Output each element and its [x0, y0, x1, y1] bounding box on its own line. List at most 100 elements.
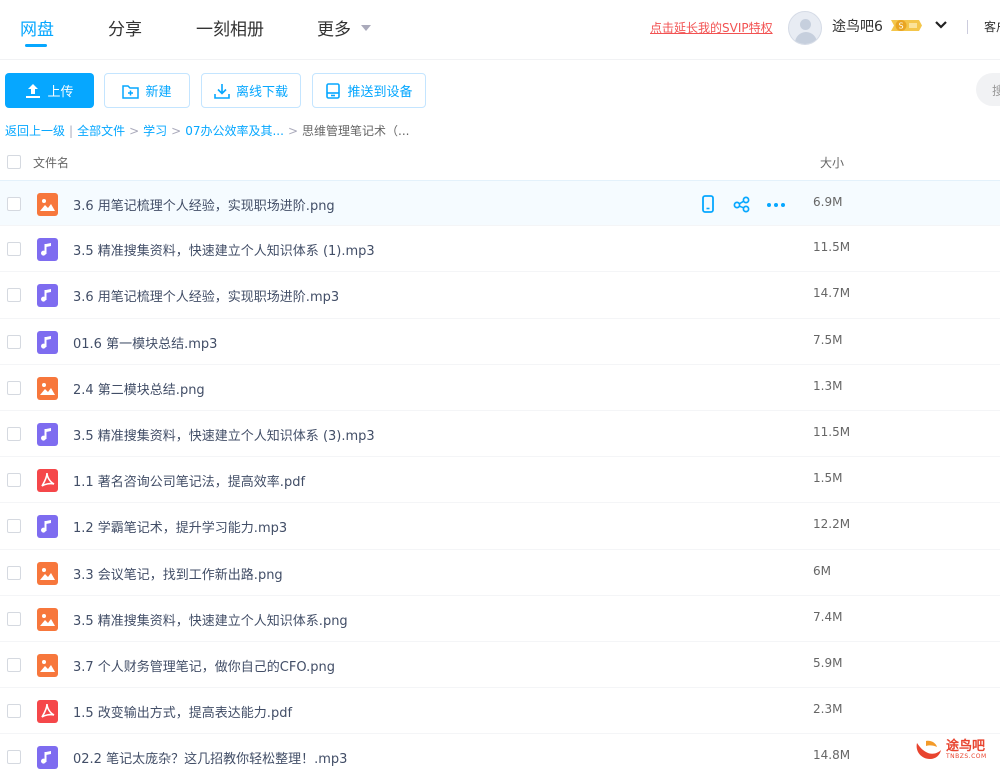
row-checkbox[interactable] [7, 197, 21, 211]
row-checkbox[interactable] [7, 519, 21, 534]
file-name[interactable]: 3.6 用笔记梳理个人经验，实现职场进阶.mp3 [73, 286, 339, 305]
audio-file-icon [37, 330, 58, 354]
file-size: 14.7M [813, 286, 851, 301]
more-caret-icon[interactable] [361, 25, 371, 31]
breadcrumb-separator: > [129, 124, 140, 138]
watermark-bird-icon [916, 740, 941, 759]
chevron-down-icon[interactable] [933, 17, 949, 33]
file-row[interactable]: 3.5 精准搜集资料，快速建立个人知识体系 (1).mp3 11.5M [0, 226, 1000, 273]
tab-share[interactable]: 分享 [108, 15, 142, 40]
file-row[interactable]: 01.6 第一模块总结.mp3 7.5M [0, 319, 1000, 365]
file-list: 3.6 用笔记梳理个人经验，实现职场进阶.png 6.9M 3.5 精准搜集资料，快… [0, 180, 1000, 769]
file-name[interactable]: 3.5 精准搜集资料，快速建立个人知识体系 (1).mp3 [73, 240, 375, 259]
download-icon [214, 83, 230, 99]
file-row[interactable]: 1.1 著名咨询公司笔记法，提高效率.pdf 1.5M [0, 457, 1000, 504]
avatar[interactable] [788, 11, 822, 45]
file-name[interactable]: 3.3 会议笔记，找到工作新出路.png [73, 564, 283, 583]
svip-renew-link[interactable]: 点击延长我的SVIP特权 [650, 19, 773, 36]
file-row[interactable]: 1.2 学霸笔记术，提升学习能力.mp3 12.2M [0, 503, 1000, 550]
file-row[interactable]: 3.3 会议笔记，找到工作新出路.png 6M [0, 550, 1000, 596]
row-checkbox[interactable] [7, 380, 21, 395]
row-checkbox[interactable] [7, 565, 21, 580]
upload-label: 上传 [47, 85, 74, 100]
row-checkbox[interactable] [7, 334, 21, 349]
file-size: 1.5M [813, 471, 843, 486]
push-to-device-button[interactable]: 推送到设备 [312, 73, 426, 108]
watermark-subtext: TNBZS.COM [946, 753, 987, 760]
watermark-logo: 途鸟吧 TNBZS.COM [913, 736, 987, 764]
active-tab-indicator [25, 44, 47, 47]
file-row[interactable]: 02.2 笔记太庞杂？这几招教你轻松整理！.mp3 14.8M [0, 734, 1000, 769]
row-checkbox[interactable] [7, 657, 21, 672]
row-checkbox[interactable] [7, 426, 21, 441]
breadcrumb-current: 思维管理笔记术（... [302, 124, 410, 138]
file-size: 6.9M [813, 195, 843, 209]
file-name[interactable]: 3.6 用笔记梳理个人经验，实现职场进阶.png [73, 195, 335, 214]
customer-service-link[interactable]: 客户 [984, 18, 1000, 35]
file-name[interactable]: 1.5 改变输出方式，提高表达能力.pdf [73, 702, 292, 721]
file-name[interactable]: 01.6 第一模块总结.mp3 [73, 333, 217, 352]
breadcrumb-level1[interactable]: 学习 [143, 124, 167, 138]
file-size: 11.5M [813, 424, 851, 439]
breadcrumb-level2[interactable]: 07办公效率及其... [185, 124, 284, 138]
nav-divider [967, 20, 968, 34]
tab-moment-album[interactable]: 一刻相册 [196, 15, 264, 40]
file-size: 1.3M [813, 378, 843, 393]
breadcrumb-all-files[interactable]: 全部文件 [77, 124, 125, 138]
search-input[interactable]: 搜 [976, 73, 1000, 106]
file-row[interactable]: 1.5 改变输出方式，提高表达能力.pdf 2.3M [0, 688, 1000, 735]
new-button[interactable]: 新建 [104, 73, 190, 108]
row-checkbox[interactable] [7, 750, 21, 765]
upload-icon [26, 83, 41, 98]
tab-more[interactable]: 更多 [317, 15, 351, 40]
username[interactable]: 途鸟吧6 [832, 16, 883, 36]
file-name[interactable]: 3.7 个人财务管理笔记，做你自己的CFO.png [73, 656, 335, 675]
phone-icon[interactable] [698, 194, 718, 214]
image-file-icon [37, 376, 58, 400]
file-size: 11.5M [813, 240, 851, 255]
row-checkbox[interactable] [7, 242, 21, 257]
pdf-file-icon [37, 469, 58, 493]
file-size: 5.9M [813, 655, 843, 670]
file-row[interactable]: 3.6 用笔记梳理个人经验，实现职场进阶.png 6.9M [0, 180, 1000, 227]
share-icon[interactable] [732, 194, 752, 214]
audio-file-icon [37, 422, 58, 446]
row-checkbox[interactable] [7, 473, 21, 488]
svip-badge-icon: S [891, 20, 922, 31]
file-list-header: 文件名 大小 [0, 146, 1000, 179]
file-row[interactable]: 3.6 用笔记梳理个人经验，实现职场进阶.mp3 14.7M [0, 272, 1000, 319]
file-name[interactable]: 1.2 学霸笔记术，提升学习能力.mp3 [73, 517, 287, 536]
tab-netdisk[interactable]: 网盘 [20, 15, 54, 40]
file-row[interactable]: 3.5 精准搜集资料，快速建立个人知识体系.png 7.4M [0, 596, 1000, 642]
file-size: 12.2M [813, 517, 851, 532]
file-name[interactable]: 2.4 第二模块总结.png [73, 379, 205, 398]
file-size: 2.3M [813, 702, 843, 717]
image-file-icon [37, 561, 58, 585]
file-name[interactable]: 3.5 精准搜集资料，快速建立个人知识体系 (3).mp3 [73, 425, 375, 444]
more-icon[interactable] [766, 194, 786, 214]
avatar-body [795, 32, 817, 44]
upload-button[interactable]: 上传 [5, 73, 94, 108]
breadcrumb-separator: > [171, 124, 182, 138]
offline-download-label: 离线下载 [235, 85, 288, 100]
avatar-head [800, 19, 811, 30]
column-header-name[interactable]: 文件名 [33, 154, 69, 171]
file-row[interactable]: 3.5 精准搜集资料，快速建立个人知识体系 (3).mp3 11.5M [0, 411, 1000, 458]
column-header-size[interactable]: 大小 [820, 154, 844, 171]
row-checkbox[interactable] [7, 288, 21, 303]
image-file-icon [37, 607, 58, 631]
breadcrumb: 返回上一级 | 全部文件 > 学习 >07办公效率及其... > 思维管理笔记术（... [5, 122, 409, 139]
file-size: 7.4M [813, 609, 843, 624]
new-folder-icon [122, 84, 140, 99]
file-name[interactable]: 1.1 著名咨询公司笔记法，提高效率.pdf [73, 471, 305, 490]
file-name[interactable]: 02.2 笔记太庞杂？这几招教你轻松整理！.mp3 [73, 748, 347, 767]
row-checkbox[interactable] [7, 611, 21, 626]
offline-download-button[interactable]: 离线下载 [201, 73, 301, 108]
select-all-checkbox[interactable] [7, 155, 21, 169]
file-row[interactable]: 3.7 个人财务管理笔记，做你自己的CFO.png 5.9M [0, 642, 1000, 689]
file-name[interactable]: 3.5 精准搜集资料，快速建立个人知识体系.png [73, 610, 348, 629]
file-row[interactable]: 2.4 第二模块总结.png 1.3M [0, 365, 1000, 411]
row-checkbox[interactable] [7, 704, 21, 719]
image-file-icon [37, 653, 58, 677]
breadcrumb-back[interactable]: 返回上一级 [5, 124, 65, 138]
